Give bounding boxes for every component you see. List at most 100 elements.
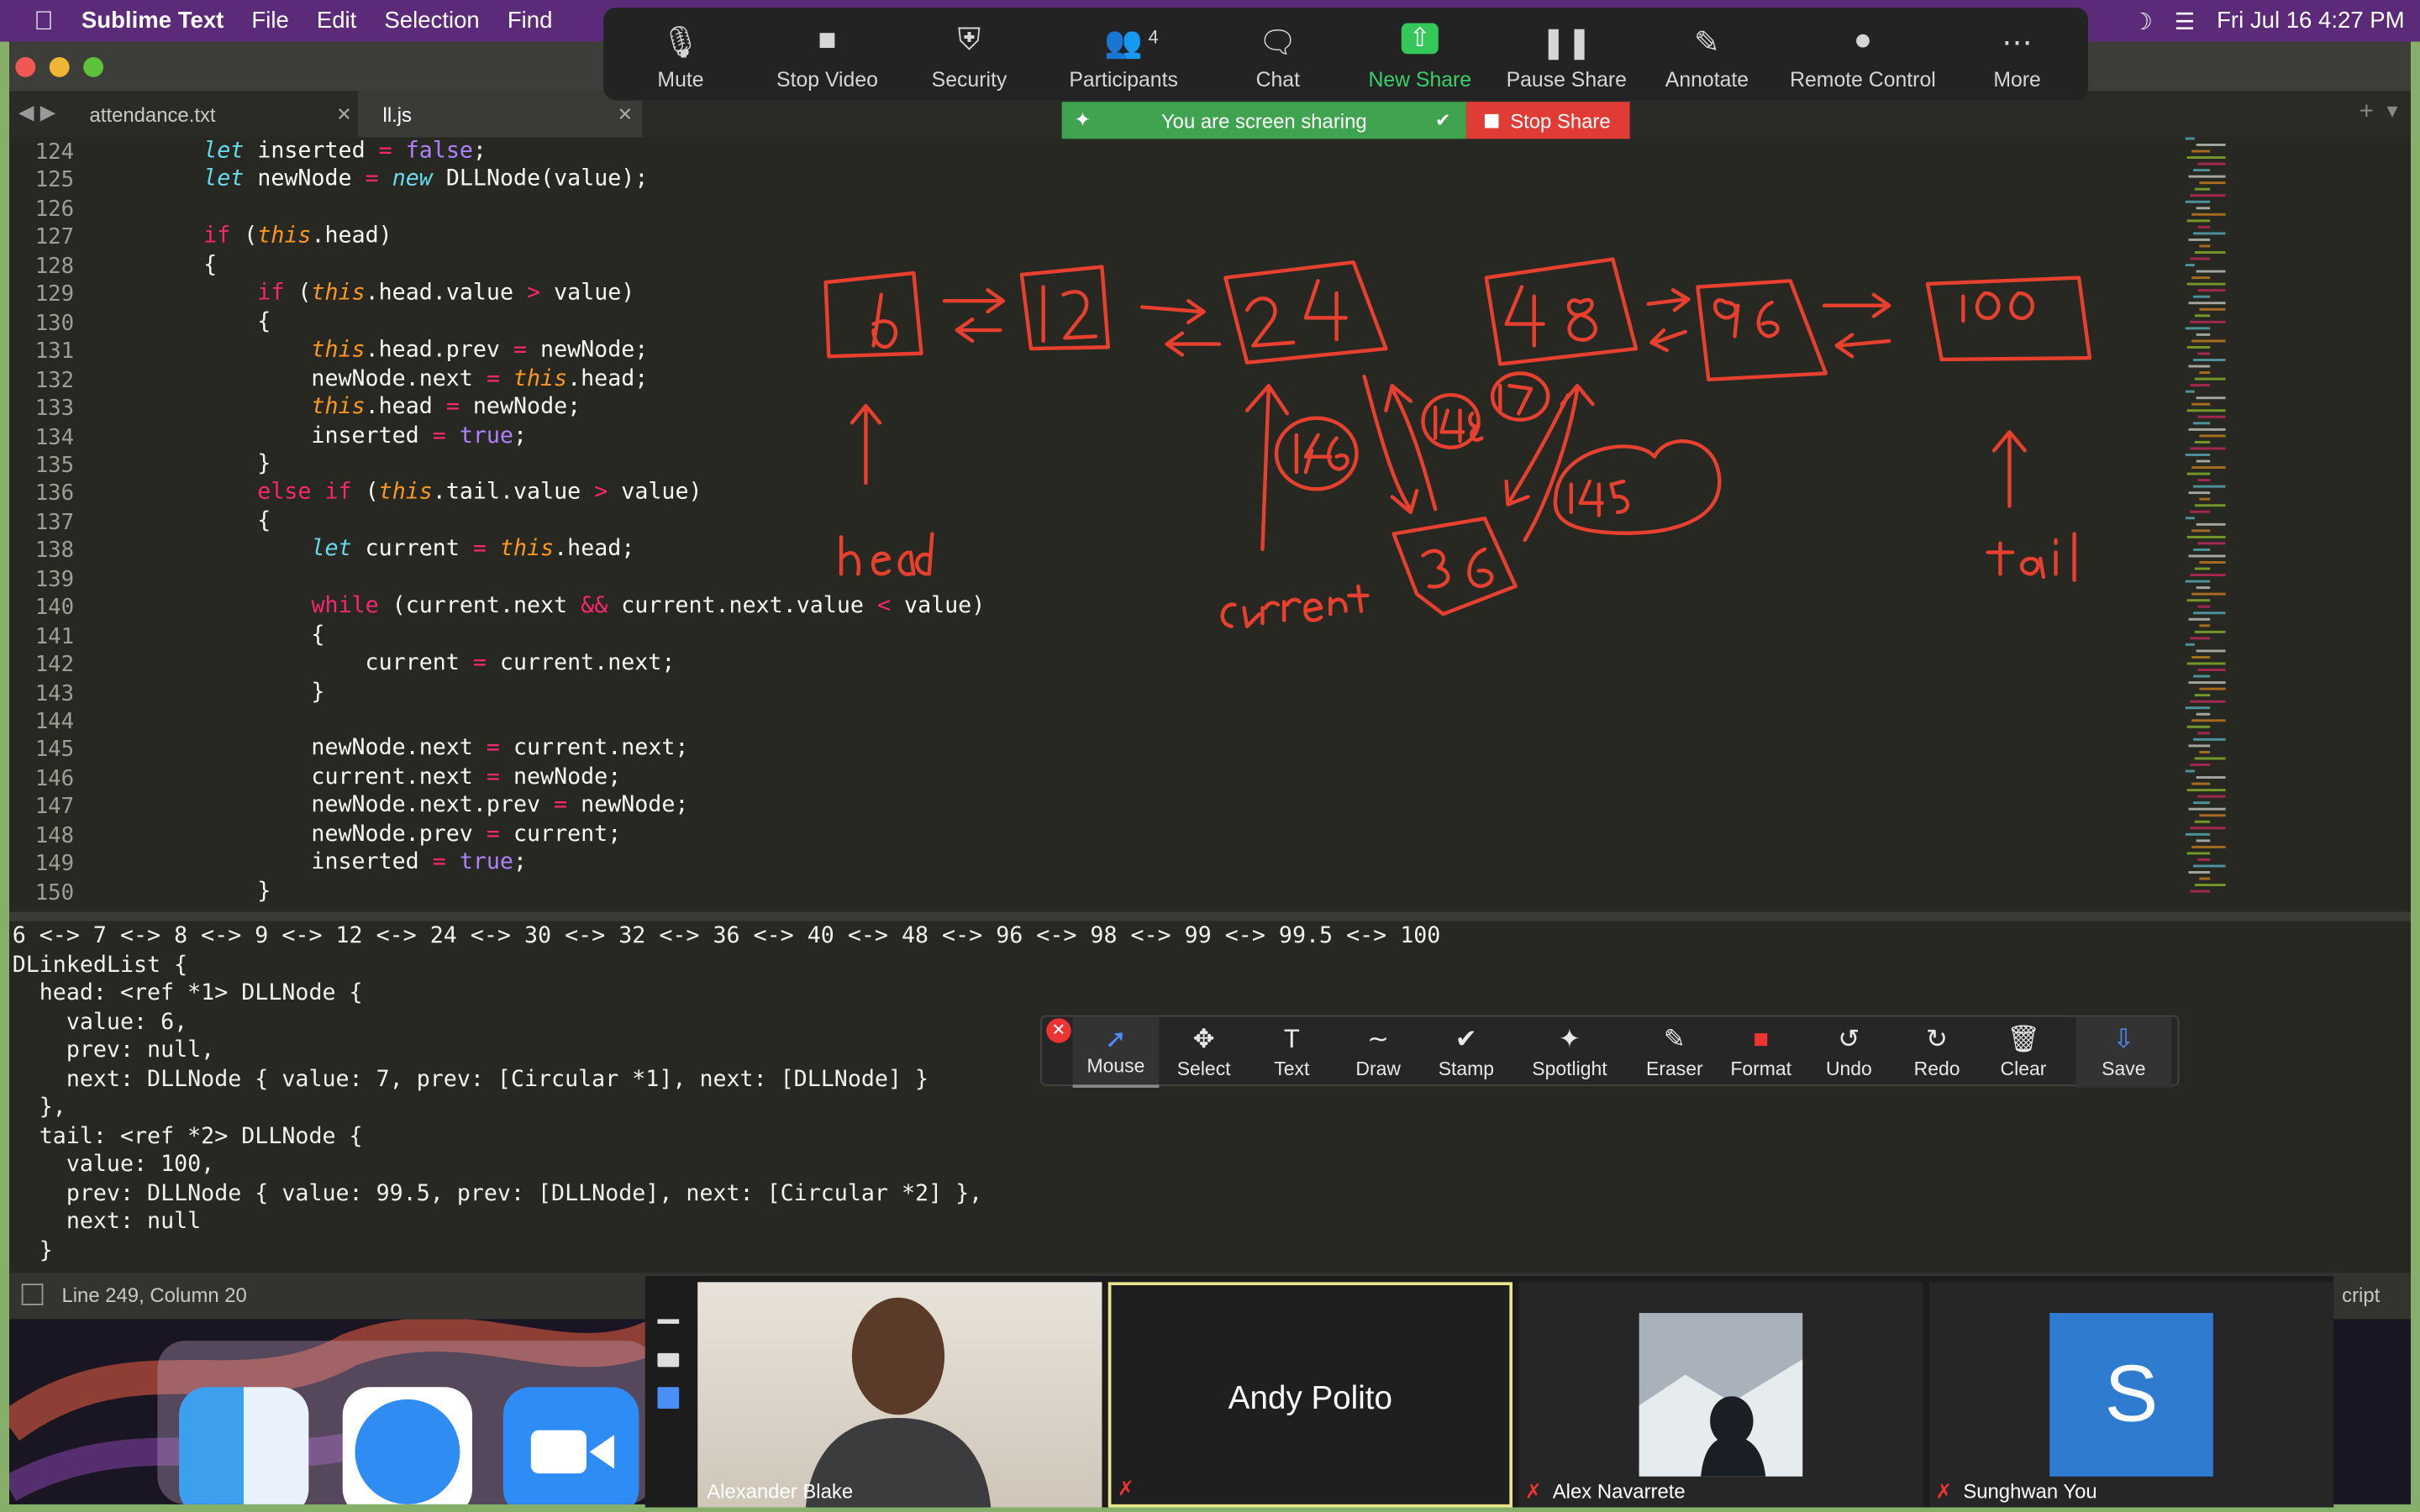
control-center-icon[interactable]: ☰ bbox=[2175, 7, 2196, 34]
new-tab-icon[interactable]: + bbox=[2360, 99, 2374, 127]
ellipsis-icon: ⋯ bbox=[2002, 26, 2033, 60]
minimap-line bbox=[2185, 390, 2195, 393]
nav-forward-icon[interactable]: ▶ bbox=[40, 100, 55, 124]
mouse-tool-button[interactable]: ➚ Mouse bbox=[1072, 1016, 1160, 1088]
panel-divider[interactable] bbox=[9, 911, 2411, 921]
view-toggle-icon[interactable] bbox=[657, 1352, 680, 1368]
draw-tool-button[interactable]: ∼ Draw bbox=[1335, 1016, 1422, 1087]
stamp-tool-button[interactable]: ✔ Stamp bbox=[1423, 1016, 1509, 1087]
participant-video bbox=[805, 1297, 992, 1508]
code-line[interactable]: newNode.next.prev = newNode; bbox=[96, 794, 689, 818]
close-icon[interactable]: ✕ bbox=[336, 103, 351, 125]
annotate-button[interactable]: ✎ Annotate bbox=[1630, 8, 1785, 100]
code-line[interactable]: let newNode = new DLLNode(value); bbox=[96, 167, 649, 192]
code-line[interactable]: this.head = newNode; bbox=[96, 395, 581, 419]
eraser-tool-button[interactable]: ✎ Eraser bbox=[1631, 1016, 1718, 1087]
code-line[interactable]: let current = this.head; bbox=[96, 538, 634, 562]
mute-button[interactable]: 🎙 Mute bbox=[603, 8, 758, 100]
menu-file[interactable]: File bbox=[251, 8, 288, 34]
code-line[interactable]: current.next = newNode; bbox=[96, 765, 621, 790]
participant-tile[interactable]: Alexander Blake bbox=[697, 1282, 1102, 1508]
close-annotation-icon[interactable]: ✕ bbox=[1046, 1018, 1071, 1043]
moon-icon[interactable]: ☽ bbox=[2132, 7, 2153, 34]
menu-selection[interactable]: Selection bbox=[384, 8, 479, 34]
tab-ll-js[interactable]: ll.js ✕ bbox=[358, 91, 643, 138]
menu-app-name[interactable]: Sublime Text bbox=[82, 8, 224, 34]
code-line[interactable]: } bbox=[96, 879, 271, 903]
redo-tool-button[interactable]: ↻ Redo bbox=[1894, 1016, 1981, 1087]
code-line[interactable]: if (this.head) bbox=[96, 224, 392, 249]
screen-share-border bbox=[2410, 41, 2420, 1512]
participant-tile[interactable]: ✗ Alex Navarrete bbox=[1518, 1282, 1923, 1508]
microphone-icon: 🎙 bbox=[660, 26, 701, 60]
finder-icon[interactable] bbox=[179, 1387, 309, 1504]
safari-icon[interactable] bbox=[342, 1387, 473, 1504]
gallery-view-icon[interactable] bbox=[657, 1387, 680, 1409]
minimap-line bbox=[2186, 599, 2211, 602]
code-line[interactable]: } bbox=[96, 680, 325, 704]
build-output-panel[interactable]: 6 <-> 7 <-> 8 <-> 9 <-> 12 <-> 24 <-> 30… bbox=[9, 921, 2411, 1273]
zoom-window-button[interactable] bbox=[83, 56, 104, 77]
minimap-line bbox=[2185, 832, 2211, 836]
tab-menu-chevron-icon[interactable]: ▼ bbox=[2383, 100, 2402, 122]
code-line[interactable]: while (current.next && current.next.valu… bbox=[96, 594, 985, 618]
stop-share-button[interactable]: Stop Share bbox=[1465, 102, 1630, 139]
code-line[interactable]: inserted = true; bbox=[96, 423, 527, 448]
code-line[interactable]: { bbox=[96, 310, 271, 334]
code-line[interactable]: { bbox=[96, 509, 271, 533]
code-line[interactable]: let inserted = false; bbox=[96, 139, 487, 163]
tab-attendance[interactable]: attendance.txt ✕ bbox=[65, 91, 361, 138]
menu-edit[interactable]: Edit bbox=[317, 8, 356, 34]
close-window-button[interactable] bbox=[15, 56, 36, 77]
code-line[interactable]: { bbox=[96, 622, 325, 647]
code-line[interactable]: else if (this.tail.value > value) bbox=[96, 480, 702, 505]
chat-button[interactable]: 🗨 Chat bbox=[1201, 8, 1355, 100]
minimap-line bbox=[2193, 295, 2211, 298]
code-line[interactable]: newNode.next = this.head; bbox=[96, 366, 648, 391]
tool-label: Clear bbox=[2000, 1058, 2047, 1080]
nav-back-icon[interactable]: ◀ bbox=[18, 100, 34, 124]
code-line[interactable]: if (this.head.value > value) bbox=[96, 281, 634, 306]
code-line[interactable]: this.head.prev = newNode; bbox=[96, 339, 648, 363]
remote-control-button[interactable]: ● Remote Control bbox=[1786, 8, 1940, 100]
new-share-button[interactable]: ⇧ New Share bbox=[1343, 8, 1497, 100]
minimap-line bbox=[2190, 574, 2226, 577]
code-line[interactable]: newNode.next = current.next; bbox=[96, 737, 689, 761]
line-number: 142 bbox=[34, 653, 75, 678]
participant-tile-active[interactable]: Andy Polito ✗ bbox=[1107, 1282, 1513, 1508]
minimap-line bbox=[2196, 649, 2226, 653]
code-line[interactable]: newNode.prev = current; bbox=[96, 822, 621, 847]
clear-tool-button[interactable]: 🗑 Clear bbox=[1981, 1016, 2067, 1087]
view-toggle-icon[interactable] bbox=[657, 1319, 680, 1324]
more-button[interactable]: ⋯ More bbox=[1940, 8, 2095, 100]
stop-video-button[interactable]: ■ Stop Video bbox=[750, 8, 905, 100]
code-line[interactable]: } bbox=[96, 452, 271, 476]
menubar-clock[interactable]: Fri Jul 16 4:27 PM bbox=[2217, 8, 2405, 34]
menu-find[interactable]: Find bbox=[508, 8, 553, 34]
pause-share-button[interactable]: ❚❚ Pause Share bbox=[1489, 8, 1644, 100]
minimap[interactable] bbox=[2182, 137, 2244, 908]
close-icon[interactable]: ✕ bbox=[618, 103, 633, 125]
sidebar-toggle-icon[interactable] bbox=[21, 1284, 44, 1305]
minimap-line bbox=[2186, 156, 2226, 160]
participants-button[interactable]: 👥 4 Participants bbox=[1046, 8, 1201, 100]
syntax-label[interactable]: cript bbox=[2342, 1284, 2380, 1307]
minimize-window-button[interactable] bbox=[49, 56, 70, 77]
minimap-line bbox=[2191, 655, 2211, 659]
spotlight-tool-button[interactable]: ✦ Spotlight bbox=[1527, 1016, 1613, 1087]
code-line[interactable]: current = current.next; bbox=[96, 651, 676, 675]
participant-tile[interactable]: S ✗ Sunghwan You bbox=[1928, 1282, 2334, 1508]
code-line[interactable]: inserted = true; bbox=[96, 851, 527, 875]
code-editor[interactable]: 124 125 126 127 128 129 130 131 132 133 134 135 136 1… bbox=[9, 137, 2411, 912]
line-number: 139 bbox=[34, 567, 75, 592]
zoom-app-icon[interactable] bbox=[502, 1387, 639, 1504]
security-button[interactable]: ⛨ Security bbox=[892, 8, 1047, 100]
format-tool-button[interactable]: ■ Format bbox=[1718, 1016, 1804, 1087]
select-tool-button[interactable]: ✥ Select bbox=[1160, 1016, 1247, 1087]
code-line[interactable]: { bbox=[96, 253, 217, 277]
undo-tool-button[interactable]: ↺ Undo bbox=[1806, 1016, 1892, 1087]
minimap-line bbox=[2193, 801, 2211, 805]
save-tool-button[interactable]: ⇩ Save bbox=[2075, 1016, 2172, 1088]
text-tool-button[interactable]: T Text bbox=[1249, 1016, 1335, 1087]
apple-icon[interactable]:  bbox=[34, 5, 53, 36]
